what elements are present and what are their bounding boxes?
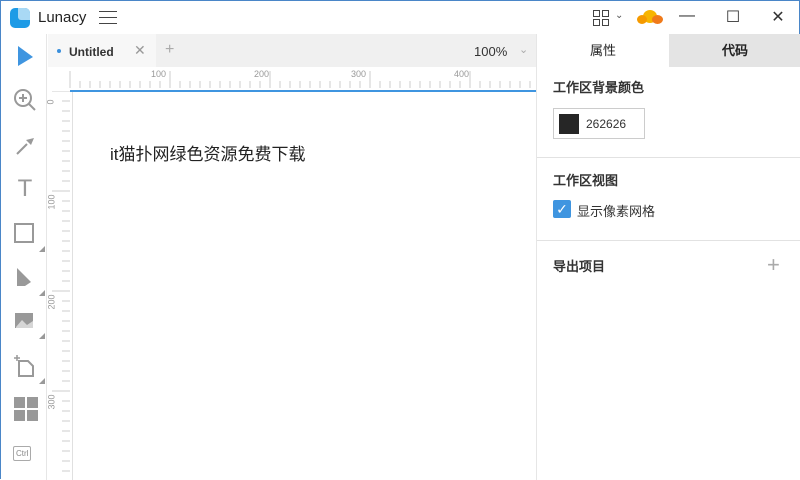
tab-label: Untitled bbox=[69, 45, 114, 59]
new-tab-button[interactable]: + bbox=[165, 41, 174, 59]
bg-color-input[interactable]: 262626 bbox=[553, 108, 645, 139]
ruler-label: 400 bbox=[454, 69, 470, 79]
cloud-icon[interactable] bbox=[637, 10, 663, 24]
components-icon bbox=[14, 397, 38, 421]
app-window: Lunacy ⌄ — ☐ ✕ T Ctrl Untitled ✕ + 100% … bbox=[0, 0, 800, 480]
zoom-tool[interactable] bbox=[13, 88, 37, 112]
tab-code[interactable]: 代码 bbox=[669, 34, 800, 67]
chevron-down-icon[interactable]: ⌄ bbox=[615, 10, 623, 21]
canvas-text-layer[interactable]: it猫扑网绿色资源免费下载 bbox=[110, 140, 306, 165]
ctrl-key-hint: Ctrl bbox=[13, 446, 32, 461]
eyedropper-icon bbox=[16, 138, 34, 155]
vertical-ruler: 0 100 200 300 bbox=[45, 91, 73, 480]
ruler-label: 0 bbox=[45, 99, 56, 105]
rectangle-icon bbox=[14, 223, 34, 243]
properties-panel: 属性 代码 工作区背景颜色 262626 工作区视图 ✓ 显示像素网格 导出项目… bbox=[536, 34, 800, 480]
bg-color-value: 262626 bbox=[586, 117, 627, 131]
document-tab-bar: Untitled ✕ + 100% ⌄ bbox=[48, 34, 536, 67]
app-title: Lunacy bbox=[38, 9, 87, 26]
unsaved-dot-icon bbox=[57, 49, 61, 53]
title-bar: Lunacy ⌄ — ☐ ✕ bbox=[1, 1, 799, 34]
close-tab-icon[interactable]: ✕ bbox=[134, 42, 146, 59]
bg-color-heading: 工作区背景颜色 bbox=[553, 80, 645, 95]
divider bbox=[537, 157, 800, 158]
horizontal-ruler: 100 200 300 400 bbox=[48, 67, 536, 91]
zoom-dropdown-icon[interactable]: ⌄ bbox=[519, 43, 528, 56]
image-icon bbox=[15, 313, 33, 328]
tab-untitled[interactable]: Untitled ✕ bbox=[48, 34, 156, 67]
artboard-icon bbox=[14, 355, 34, 377]
add-export-button[interactable]: + bbox=[767, 252, 780, 278]
tool-sidebar: T Ctrl bbox=[2, 34, 47, 480]
export-heading: 导出项目 bbox=[553, 259, 606, 274]
ruler-label: 100 bbox=[151, 69, 167, 79]
text-icon: T bbox=[17, 175, 33, 202]
components-tool[interactable] bbox=[13, 396, 38, 421]
image-tool[interactable] bbox=[13, 309, 45, 339]
rectangle-tool[interactable] bbox=[13, 222, 45, 252]
text-tool[interactable]: T bbox=[13, 177, 37, 201]
zoom-level[interactable]: 100% bbox=[474, 44, 507, 59]
divider bbox=[537, 240, 800, 241]
close-button[interactable]: ✕ bbox=[763, 7, 793, 27]
pixel-grid-label[interactable]: 显示像素网格 bbox=[577, 201, 655, 220]
cursor-arrow-icon bbox=[18, 46, 33, 66]
view-heading: 工作区视图 bbox=[553, 173, 619, 188]
ruler-label: 100 bbox=[46, 194, 57, 210]
ruler-label: 300 bbox=[46, 394, 57, 410]
ruler-label: 200 bbox=[46, 294, 57, 310]
artboard-tool[interactable] bbox=[13, 354, 45, 384]
ruler-label: 200 bbox=[254, 69, 270, 79]
select-tool[interactable] bbox=[13, 44, 37, 68]
tab-properties[interactable]: 属性 bbox=[537, 34, 669, 67]
pixel-grid-checkbox[interactable]: ✓ bbox=[553, 200, 571, 218]
color-swatch[interactable] bbox=[559, 114, 579, 134]
eyedropper-tool[interactable] bbox=[13, 134, 37, 158]
pen-tool[interactable] bbox=[13, 266, 45, 296]
ruler-label: 300 bbox=[351, 69, 367, 79]
zoom-in-icon bbox=[14, 89, 36, 111]
layout-grid-icon[interactable] bbox=[593, 10, 609, 26]
minimize-button[interactable]: — bbox=[672, 7, 702, 25]
pen-icon bbox=[17, 268, 31, 286]
lunacy-logo-icon bbox=[10, 8, 30, 28]
hamburger-menu-icon[interactable] bbox=[99, 11, 117, 24]
maximize-button[interactable]: ☐ bbox=[718, 7, 748, 27]
